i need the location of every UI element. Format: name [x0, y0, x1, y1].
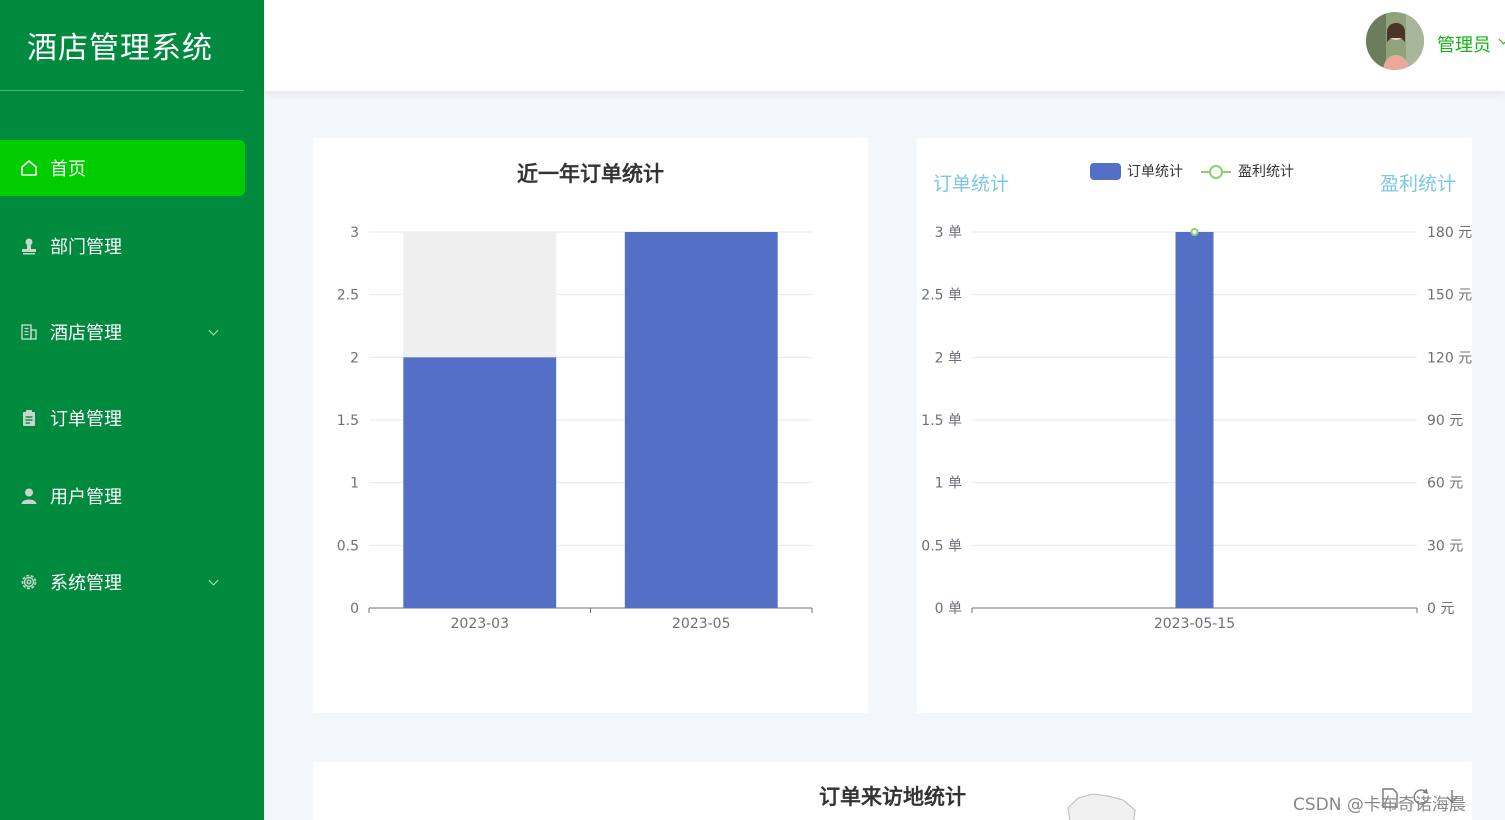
sidebar-item-orders[interactable]: 订单管理	[0, 390, 245, 446]
legend-label: 盈利统计	[1238, 164, 1294, 180]
y-left-tick-label: 2 单	[935, 350, 962, 366]
user-icon	[20, 487, 38, 505]
y-tick-label: 1.5	[337, 413, 359, 429]
map-outline	[1067, 793, 1136, 820]
order-stats-card: 近一年订单统计 0 0.5 1 1.5 2 2.5 3 2023-03 2023-05	[313, 138, 868, 713]
line-point	[1190, 228, 1199, 236]
chevron-down-icon[interactable]	[1498, 34, 1505, 45]
chevron-down-icon	[208, 575, 219, 586]
y-tick-label: 2.5	[337, 288, 359, 304]
y-left-tick-label: 0 单	[935, 601, 962, 617]
y-right-tick-label: 120 元	[1427, 350, 1472, 366]
y-tick-label: 1	[350, 476, 359, 492]
y-left-tick-label: 0.5 单	[921, 538, 962, 554]
y-right-tick-label: 180 元	[1427, 225, 1472, 241]
clipboard-icon	[20, 409, 38, 427]
sidebar-item-label: 订单管理	[50, 409, 122, 430]
profit-stats-card: 0 单 0 元 0.5 单 30 元 1 单 60 元 1.5 单 90 元 2 单 120 元 2…	[917, 138, 1472, 713]
sidebar-item-label: 首页	[50, 159, 86, 180]
sidebar-item-label: 用户管理	[50, 487, 122, 508]
avatar[interactable]	[1366, 12, 1424, 70]
right-axis-name: 盈利统计	[1380, 173, 1456, 195]
chevron-down-icon	[208, 325, 219, 336]
y-left-tick-label: 1.5 单	[921, 413, 962, 429]
top-bar: 管理员	[264, 0, 1505, 91]
sidebar-item-label: 部门管理	[50, 237, 122, 258]
legend-swatch-marker	[1209, 165, 1223, 179]
sidebar-item-hotel[interactable]: 酒店管理	[0, 304, 245, 360]
x-tick-label: 2023-03	[451, 616, 510, 632]
app-brand: 酒店管理系统	[0, 0, 244, 91]
bar	[1175, 232, 1214, 608]
left-axis-name: 订单统计	[933, 173, 1009, 195]
x-tick-label: 2023-05	[672, 616, 731, 632]
y-left-tick-label: 1 单	[935, 476, 962, 492]
legend-label: 订单统计	[1127, 164, 1183, 180]
y-right-tick-label: 30 元	[1427, 538, 1463, 554]
y-tick-label: 3	[350, 225, 359, 241]
home-icon	[20, 159, 38, 177]
y-right-tick-label: 60 元	[1427, 476, 1463, 492]
y-right-tick-label: 150 元	[1427, 288, 1472, 304]
y-tick-label: 0	[350, 601, 359, 617]
bar	[403, 357, 557, 608]
y-tick-label: 0.5	[337, 538, 359, 554]
sidebar-item-home[interactable]: 首页	[0, 140, 245, 196]
stamp-icon	[20, 237, 38, 255]
gear-icon	[20, 573, 38, 591]
y-right-tick-label: 0 元	[1427, 601, 1454, 617]
sidebar: 酒店管理系统 首页 部门管理 酒店管理 订单管理 用户管理 系统管理	[0, 0, 264, 820]
order-profit-chart: 0 单 0 元 0.5 单 30 元 1 单 60 元 1.5 单 90 元 2 单 120 元 2…	[921, 163, 1472, 632]
sidebar-item-department[interactable]: 部门管理	[0, 218, 245, 274]
sidebar-item-label: 酒店管理	[50, 323, 122, 344]
user-name[interactable]: 管理员	[1437, 31, 1491, 57]
y-left-tick-label: 3 单	[935, 225, 962, 241]
building-icon	[20, 323, 38, 341]
y-right-tick-label: 90 元	[1427, 413, 1463, 429]
x-tick-label: 2023-05-15	[1154, 616, 1235, 632]
y-tick-label: 2	[350, 350, 359, 366]
legend-swatch-bar	[1090, 163, 1121, 180]
order-bar-chart: 0 0.5 1 1.5 2 2.5 3 2023-03 2023-05	[337, 225, 813, 632]
watermark: CSDN @卡布奇诺海晨	[1293, 795, 1466, 815]
y-left-tick-label: 2.5 单	[921, 288, 962, 304]
sidebar-item-label: 系统管理	[50, 573, 122, 594]
bar	[624, 232, 778, 608]
sidebar-item-system[interactable]: 系统管理	[0, 554, 245, 610]
app-title: 酒店管理系统	[27, 31, 213, 66]
sidebar-item-users[interactable]: 用户管理	[0, 468, 245, 524]
